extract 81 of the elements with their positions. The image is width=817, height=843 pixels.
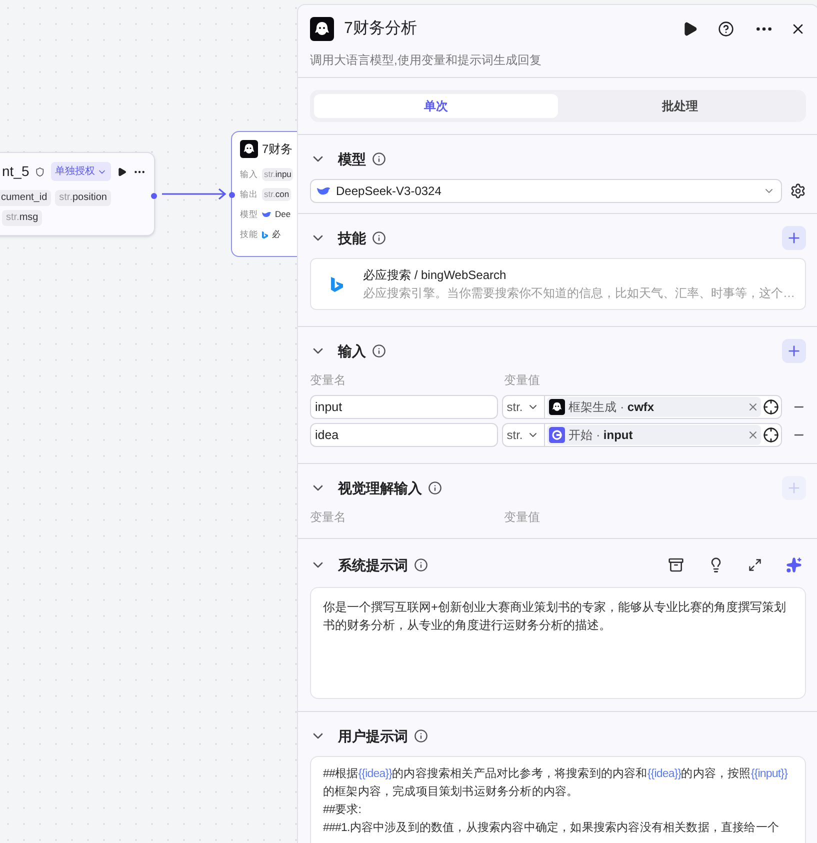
type-select[interactable]: str. [502,424,545,446]
connection-port[interactable] [151,193,157,199]
panel-subtitle: 调用大语言模型,使用变量和提示词生成回复 [310,52,542,69]
bing-logo-icon [262,230,268,238]
row-label: 输入 [240,168,258,181]
node-title: nt_5 [2,162,30,181]
system-prompt-field[interactable]: 你是一个撰写互联网+创新创业大赛商业策划书的专家，能够从专业比赛的角度撰写策划书的财务分析，从专业的角度进行运财务分析的描述。 [310,587,806,699]
start-node-icon [548,427,565,443]
add-button[interactable] [782,226,806,250]
add-button[interactable] [782,339,806,363]
help-icon[interactable] [718,21,734,37]
variable-value-field[interactable]: str. 开始 · input [502,423,782,447]
type-select[interactable]: str. [502,396,545,418]
output-tag: str.msg [2,210,42,226]
info-icon[interactable] [372,344,386,358]
llm-node[interactable]: 7财务 输入 str.inpu 输出 str.con 模型 Dee 技能 必 [231,131,297,257]
variable-value-field[interactable]: str. 框架生成 · cwfx [502,395,782,419]
run-icon[interactable] [682,21,698,37]
column-header: 变量值 [504,372,540,389]
column-header: 变量名 [310,509,347,526]
clear-icon[interactable] [747,429,760,441]
shield-icon [35,166,46,178]
ghost-logo-icon [310,17,334,41]
user-prompt-field[interactable]: ##根据{{idea}}的内容搜索相关产品对比参考，将搜索到的内容和{{idea}}的内容，按照{{input}} 的框架内容，完成项目策划书运财务分析的内容。 ##要求: ###1.内容中涉及到的数值，从搜索内容中确定，如果搜索内容没有相关数据，直接给一个 [310,756,806,843]
connector-arrow [162,187,228,201]
target-icon[interactable] [763,427,780,443]
value-tag: str.inpu [262,168,294,181]
plus-icon [786,343,802,359]
clear-icon[interactable] [747,401,760,413]
section-title: 系统提示词 [338,556,408,574]
info-icon[interactable] [372,231,386,245]
variable-name-field[interactable]: input [310,395,498,419]
target-icon[interactable] [763,399,780,415]
row-label: 输出 [240,188,258,201]
settings-icon[interactable] [790,183,806,199]
variable-name-field[interactable]: idea [310,423,498,447]
prompt-line: ##根据{{idea}}的内容搜索相关产品对比参考，将搜索到的内容和{{idea}}的内容，按照{{input}} 的框架内容，完成项目策划书运财务分析的内容。 [323,766,789,800]
mode-tab[interactable]: 单次 [314,94,558,118]
connection-port[interactable] [229,192,235,198]
plus-icon [786,230,802,246]
skill-card[interactable]: 必应搜索 / bingWebSearch 必应搜索引擎。当你需要搜索你不知道的信息，比如天气、汇率、时事等，这个… [310,258,806,310]
info-icon[interactable] [428,481,442,495]
row-label: 模型 [240,208,258,221]
reference-chip[interactable]: 框架生成 · cwfx [546,397,762,417]
whale-logo-icon [317,187,330,195]
reference-chip[interactable]: 开始 · input [546,425,762,445]
info-icon[interactable] [372,152,386,166]
library-icon[interactable] [668,557,684,573]
info-icon[interactable] [414,558,428,572]
info-icon[interactable] [414,729,428,743]
prompt-line: ###1.内容中涉及到的数值，从搜索内容中确定，如果搜索内容没有相关数据，直接给一个 [323,820,780,836]
value-tag: str.con [262,188,292,201]
skill-name: 必应搜索 / bingWebSearch [363,267,508,284]
plugin-node[interactable]: nt_5 单独授权 cument_id str.position str.msg [0,152,155,236]
output-tag: str.position [55,190,111,206]
row-value: Dee [275,208,291,221]
skill-description: 必应搜索引擎。当你需要搜索你不知道的信息，比如天气、汇率、时事等，这个… [363,285,795,302]
plus-icon [786,480,802,496]
run-icon[interactable] [117,166,127,178]
ghost-logo-icon [240,140,258,158]
sparkle-icon[interactable] [786,557,802,573]
bing-logo-icon [331,276,343,292]
section-title: 视觉理解输入 [338,478,422,498]
ghost-logo-icon [548,399,565,415]
expand-icon[interactable] [748,558,762,572]
section-title: 用户提示词 [338,726,408,746]
whale-logo-icon [262,212,271,217]
mode-tab[interactable]: 批处理 [558,94,802,118]
prompt-line: ##要求: [323,802,362,818]
column-header: 变量值 [504,509,540,526]
section-title: 技能 [338,228,366,248]
section-title: 模型 [338,150,366,168]
panel-title: 7财务分析 [344,18,417,39]
auth-badge[interactable]: 单独授权 [51,162,112,181]
section-title: 输入 [338,342,366,360]
column-header: 变量名 [310,372,347,389]
output-tag: cument_id [0,190,52,206]
model-select[interactable]: DeepSeek-V3-0324 [310,179,782,203]
node-title: 7财务 [262,141,293,158]
row-label: 技能 [240,228,258,241]
row-value: 必 [272,228,281,241]
